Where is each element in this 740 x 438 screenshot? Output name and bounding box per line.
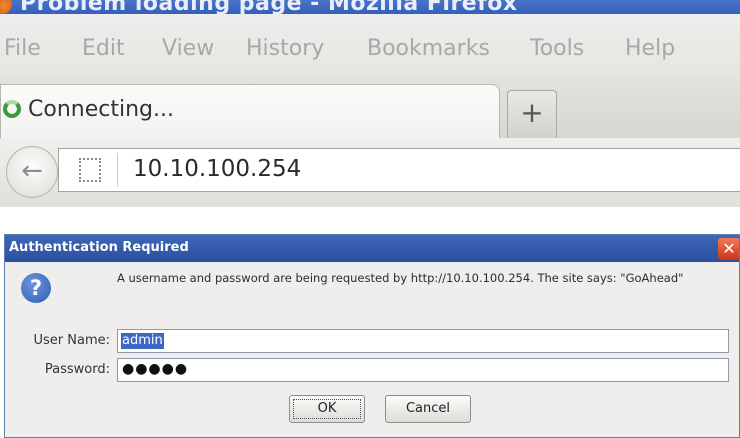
password-mask: ●●●●● (122, 361, 189, 377)
window-title: Problem loading page - Mozilla Firefox (20, 0, 518, 14)
site-identity-icon[interactable] (79, 158, 101, 182)
new-tab-button[interactable]: + (507, 90, 557, 138)
menu-tools[interactable]: Tools (530, 36, 584, 61)
url-bar[interactable]: 10.10.100.254 (58, 148, 740, 192)
tab-label: Connecting... (28, 97, 174, 122)
username-value: admin (121, 333, 164, 349)
ok-button[interactable]: OK (289, 395, 365, 423)
url-text[interactable]: 10.10.100.254 (133, 156, 301, 182)
menu-help[interactable]: Help (625, 36, 675, 61)
back-arrow-icon[interactable]: ← (6, 146, 58, 198)
menu-file[interactable]: File (4, 36, 41, 61)
tab-strip: Connecting... + (0, 78, 740, 138)
auth-dialog: Authentication Required ✕ ? A username a… (4, 234, 740, 438)
password-label: Password: (44, 362, 110, 377)
menu-history[interactable]: History (246, 36, 324, 61)
navigation-bar: ← 10.10.100.254 (0, 138, 740, 207)
cancel-button[interactable]: Cancel (385, 395, 471, 423)
tab-connecting[interactable]: Connecting... (0, 84, 500, 138)
dialog-message: A username and password are being reques… (117, 271, 684, 285)
dialog-title: Authentication Required (9, 240, 189, 255)
question-icon: ? (21, 273, 51, 303)
username-label: User Name: (33, 333, 111, 348)
browser-window: Problem loading page - Mozilla Firefox F… (0, 0, 740, 207)
menu-bar: File Edit View History Bookmarks Tools H… (0, 14, 740, 78)
menu-view[interactable]: View (162, 36, 214, 61)
menu-edit[interactable]: Edit (82, 36, 125, 61)
menu-bookmarks[interactable]: Bookmarks (367, 36, 490, 61)
password-field[interactable]: ●●●●● (117, 358, 729, 382)
username-field[interactable]: admin (117, 329, 729, 353)
loading-spinner-icon (3, 100, 21, 118)
window-titlebar: Problem loading page - Mozilla Firefox (0, 0, 740, 14)
url-divider (117, 153, 118, 187)
firefox-icon (0, 0, 12, 14)
dialog-titlebar: Authentication Required ✕ (5, 235, 739, 262)
close-icon[interactable]: ✕ (718, 238, 739, 260)
